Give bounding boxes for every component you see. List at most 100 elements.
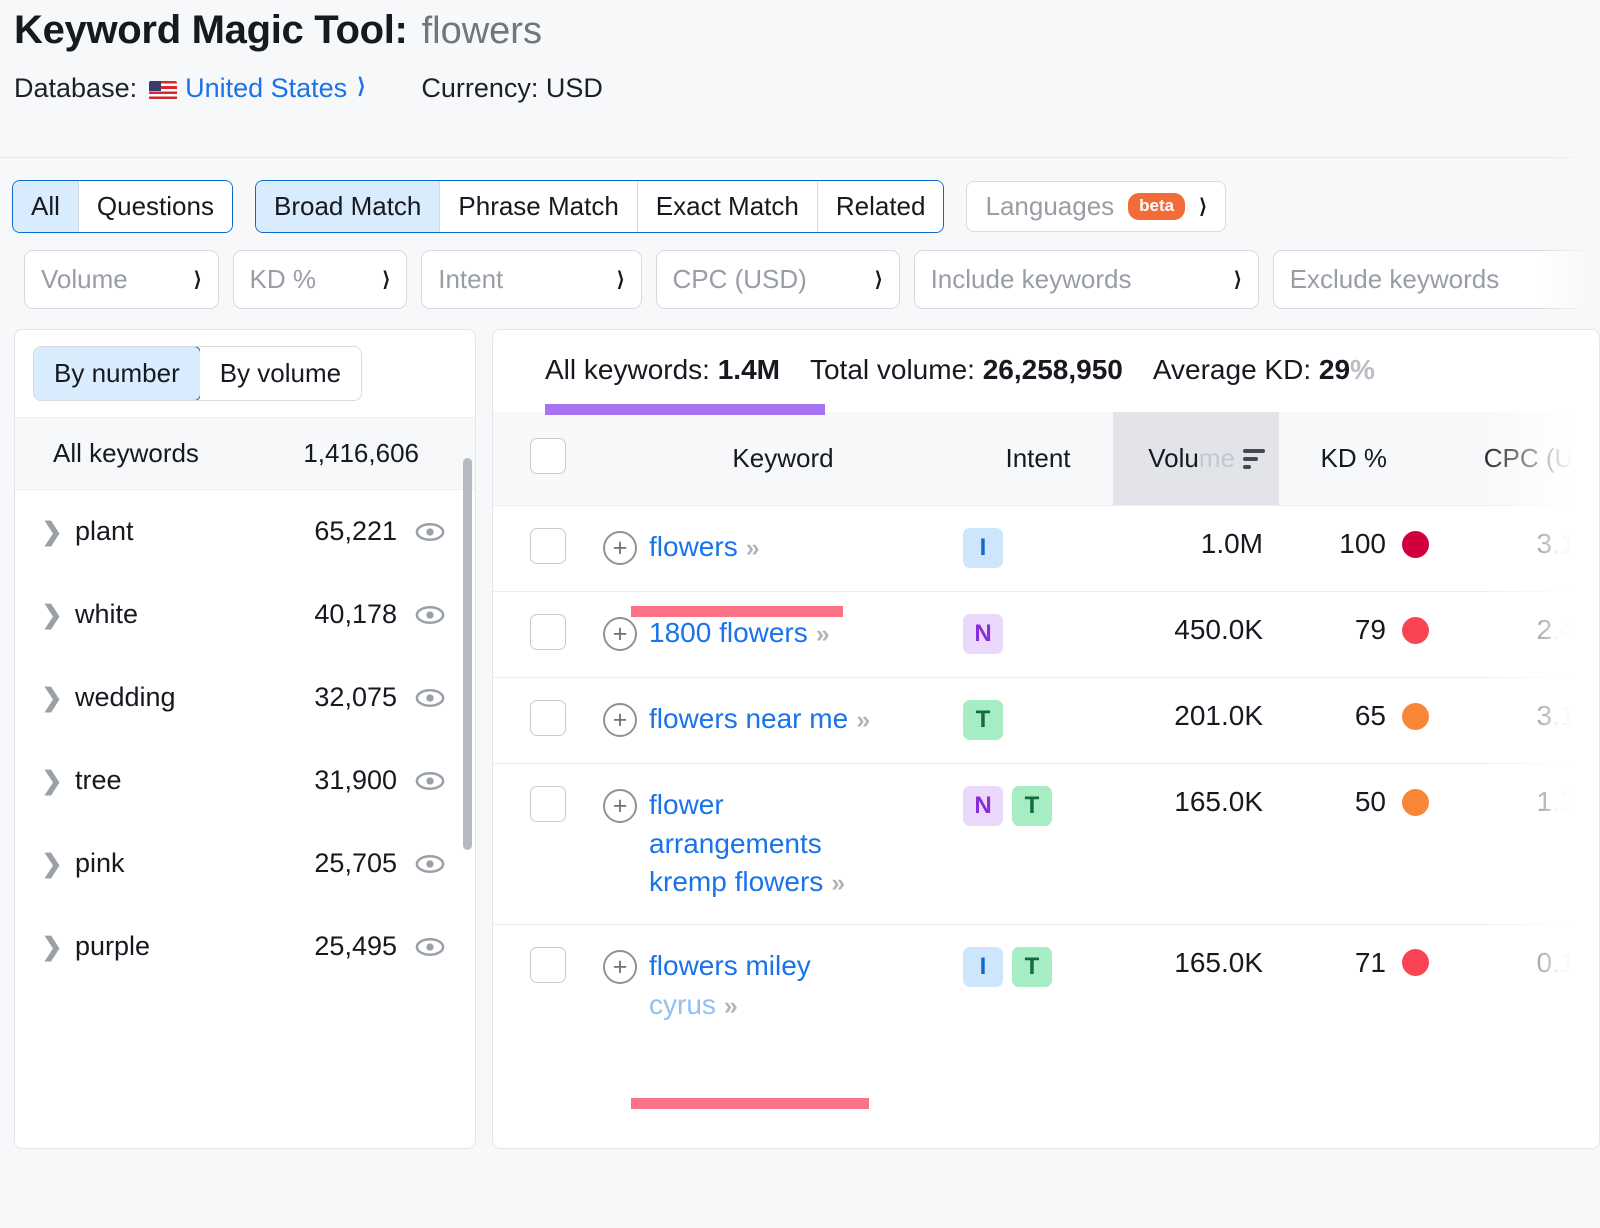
row-checkbox[interactable] (530, 614, 566, 650)
table-row[interactable]: +1800 flowers»N450.0K792.46 (493, 592, 1599, 678)
toggle-by-number[interactable]: By number (33, 346, 201, 401)
tab-related[interactable]: Related (818, 181, 944, 232)
cpc-filter[interactable]: CPC (USD) ⟩ (656, 250, 900, 309)
chevron-right-icon[interactable]: ❯ (29, 600, 75, 630)
chevron-right-icon[interactable]: ❯ (29, 932, 75, 962)
sidebar-item-plant[interactable]: ❯plant65,221 (15, 490, 475, 573)
intent-badge-N[interactable]: N (963, 786, 1003, 826)
eye-icon[interactable] (415, 683, 445, 713)
tab-questions[interactable]: Questions (79, 181, 232, 232)
expand-keyword-icon[interactable]: » (831, 869, 841, 897)
eye-icon[interactable] (415, 600, 445, 630)
intent-badge-T[interactable]: T (1012, 947, 1052, 987)
keyword-line[interactable]: flowers miley (649, 950, 811, 981)
sidebar-item-wedding[interactable]: ❯wedding32,075 (15, 656, 475, 739)
pink-highlight-annotation-row1 (631, 606, 843, 617)
keyword-link[interactable]: flower arrangements kremp flowers » (649, 786, 841, 902)
kd-filter[interactable]: KD % ⟩ (233, 250, 408, 309)
table-row[interactable]: +flowers mileycyrus»IT165.0K710.18 (493, 924, 1599, 1046)
keyword-line[interactable]: flowers (649, 531, 738, 562)
sidebar-item-tree[interactable]: ❯tree31,900 (15, 739, 475, 822)
languages-dropdown[interactable]: Languages beta ⟩ (966, 181, 1225, 232)
row-checkbox[interactable] (530, 528, 566, 564)
expand-keyword-icon[interactable]: » (724, 992, 734, 1020)
select-all-checkbox[interactable] (530, 438, 566, 474)
intent-badge-I[interactable]: I (963, 528, 1003, 568)
keyword-line[interactable]: cyrus (649, 989, 716, 1020)
intent-filter[interactable]: Intent ⟩ (421, 250, 641, 309)
sidebar-item-purple[interactable]: ❯purple25,495 (15, 905, 475, 988)
add-keyword-icon[interactable]: + (603, 950, 637, 984)
match-tabs-row: All Questions Broad Match Phrase Match E… (12, 180, 1600, 233)
table-row[interactable]: +flowers»I1.0M1003.15 (493, 506, 1599, 592)
add-keyword-icon[interactable]: + (603, 703, 637, 737)
sidebar-scrollbar[interactable] (463, 458, 472, 1149)
keyword-line[interactable]: flower (649, 789, 724, 820)
stat-average-kd-value: 29 (1319, 354, 1350, 385)
keyword-column-header[interactable]: Keyword (603, 412, 963, 506)
row-checkbox[interactable] (530, 700, 566, 736)
tab-broad-match[interactable]: Broad Match (256, 181, 440, 232)
volume-column-header[interactable]: Volume (1113, 412, 1279, 506)
table-row[interactable]: +flowerarrangementskremp flowers»NT165.0… (493, 764, 1599, 925)
eye-icon[interactable] (415, 849, 445, 879)
eye-icon[interactable] (415, 766, 445, 796)
row-checkbox[interactable] (530, 947, 566, 983)
eye-icon[interactable] (415, 932, 445, 962)
add-keyword-icon[interactable]: + (603, 531, 637, 565)
cpc-cell: 1.28 (1447, 764, 1599, 925)
intent-badge-T[interactable]: T (963, 700, 1003, 740)
chevron-right-icon[interactable]: ❯ (29, 517, 75, 547)
sort-descending-icon[interactable] (1243, 449, 1265, 469)
table-row[interactable]: +flowers near me»T201.0K653.12 (493, 678, 1599, 764)
scrollbar-thumb[interactable] (463, 458, 472, 850)
kd-column-header[interactable]: KD % (1279, 412, 1447, 506)
chevron-down-icon[interactable]: ⟩ (357, 74, 365, 99)
keyword-cell: + flowers miley cyrus » (603, 924, 963, 1046)
intent-column-header[interactable]: Intent (963, 412, 1113, 506)
keyword-link[interactable]: 1800 flowers » (649, 614, 826, 653)
tab-phrase-match[interactable]: Phrase Match (440, 181, 637, 232)
add-keyword-icon[interactable]: + (603, 789, 637, 823)
keyword-link[interactable]: flowers » (649, 528, 756, 567)
cpc-value: 2.46 (1447, 614, 1599, 646)
row-checkbox[interactable] (530, 786, 566, 822)
exclude-keywords-label: Exclude keywords (1290, 264, 1500, 295)
sidebar-sort-toggle: By number By volume (33, 346, 362, 401)
sidebar-item-pink[interactable]: ❯pink25,705 (15, 822, 475, 905)
sidebar-item-white[interactable]: ❯white40,178 (15, 573, 475, 656)
intent-badge-N[interactable]: N (963, 614, 1003, 654)
keyword-line[interactable]: arrangements (649, 828, 822, 859)
exclude-keywords-filter[interactable]: Exclude keywords (1273, 250, 1600, 309)
chevron-right-icon[interactable]: ❯ (29, 849, 75, 879)
expand-keyword-icon[interactable]: » (746, 534, 756, 562)
keyword-line[interactable]: 1800 flowers (649, 617, 808, 648)
keyword-line[interactable]: flowers near me (649, 703, 848, 734)
volume-value: 201.0K (1113, 700, 1279, 732)
keyword-cell: +1800 flowers » (603, 592, 963, 678)
include-keywords-filter[interactable]: Include keywords ⟩ (914, 250, 1259, 309)
keyword-type-segment: All Questions (12, 180, 233, 233)
add-keyword-icon[interactable]: + (603, 617, 637, 651)
intent-badge-I[interactable]: I (963, 947, 1003, 987)
expand-keyword-icon[interactable]: » (856, 706, 866, 734)
database-selector[interactable]: United States (185, 73, 347, 104)
chevron-down-icon: ⟩ (875, 267, 883, 292)
tab-all[interactable]: All (13, 181, 79, 232)
intent-cell: IT (963, 924, 1113, 1046)
toggle-by-volume[interactable]: By volume (200, 347, 361, 400)
keyword-link[interactable]: flowers miley cyrus » (649, 947, 811, 1024)
chevron-right-icon[interactable]: ❯ (29, 766, 75, 796)
intent-badge-T[interactable]: T (1012, 786, 1052, 826)
expand-keyword-icon[interactable]: » (816, 620, 826, 648)
tab-exact-match[interactable]: Exact Match (638, 181, 818, 232)
cpc-column-header[interactable]: CPC (U... (1447, 412, 1599, 506)
stat-total-volume: Total volume: 26,258,950 (810, 354, 1123, 386)
volume-filter[interactable]: Volume ⟩ (24, 250, 219, 309)
sidebar-all-keywords-row[interactable]: All keywords 1,416,606 (15, 417, 475, 490)
keyword-link[interactable]: flowers near me » (649, 700, 866, 739)
eye-icon[interactable] (415, 517, 445, 547)
chevron-right-icon[interactable]: ❯ (29, 683, 75, 713)
sidebar-all-keywords-count: 1,416,606 (303, 438, 419, 469)
keyword-line[interactable]: kremp flowers (649, 866, 823, 897)
